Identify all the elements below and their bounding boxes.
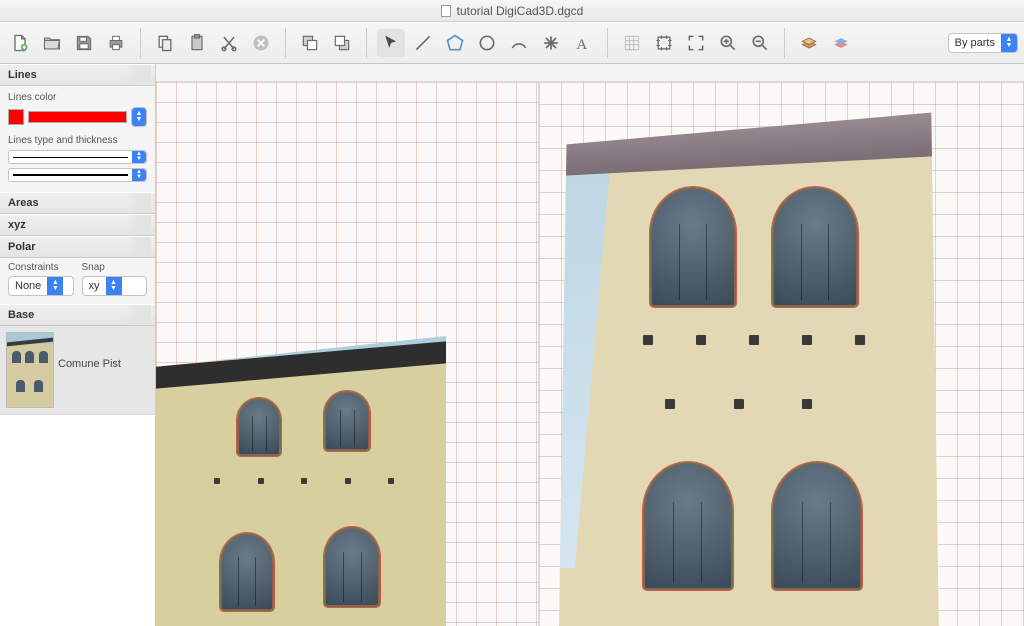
constraints-select[interactable]: None ▲▼ bbox=[8, 276, 74, 296]
panel-xyz-header[interactable]: xyz bbox=[0, 214, 155, 236]
open-file-button[interactable] bbox=[38, 29, 66, 57]
svg-text:A: A bbox=[576, 36, 587, 52]
text-tool[interactable]: A bbox=[569, 29, 597, 57]
panel-areas-header[interactable]: Areas bbox=[0, 192, 155, 214]
window-titlebar: tutorial DigiCad3D.dgcd bbox=[0, 0, 1024, 22]
line-tool[interactable] bbox=[409, 29, 437, 57]
line-type-select[interactable]: ▲▼ bbox=[8, 150, 147, 164]
fit-screen-button[interactable] bbox=[682, 29, 710, 57]
panel-base-header[interactable]: Base bbox=[0, 304, 155, 326]
sidebar: Lines Lines color ▲▼ Lines type and thic… bbox=[0, 64, 156, 626]
lines-color-label: Lines color bbox=[8, 92, 147, 103]
source-photo[interactable] bbox=[156, 336, 446, 626]
canvas-right-pane[interactable] bbox=[538, 82, 1024, 626]
lines-type-label: Lines type and thickness bbox=[8, 135, 147, 146]
snap-select[interactable]: xy ▲▼ bbox=[82, 276, 148, 296]
arc-tool[interactable] bbox=[505, 29, 533, 57]
main-toolbar: A By parts ▲▼ bbox=[0, 22, 1024, 64]
zoom-in-button[interactable] bbox=[714, 29, 742, 57]
lines-color-select[interactable]: ▲▼ bbox=[131, 107, 147, 127]
document-icon bbox=[441, 5, 451, 17]
send-back-button[interactable] bbox=[328, 29, 356, 57]
view-mode-value: By parts bbox=[949, 37, 1001, 49]
panel-polar-header[interactable]: Polar bbox=[0, 236, 155, 258]
lines-color-bar[interactable] bbox=[28, 111, 127, 123]
zoom-out-button[interactable] bbox=[746, 29, 774, 57]
main-area: Lines Lines color ▲▼ Lines type and thic… bbox=[0, 64, 1024, 626]
cut-button[interactable] bbox=[215, 29, 243, 57]
window-title: tutorial DigiCad3D.dgcd bbox=[457, 4, 584, 18]
circle-tool[interactable] bbox=[473, 29, 501, 57]
canvas-ruler bbox=[156, 64, 1024, 82]
panel-lines-body: Lines color ▲▼ Lines type and thickness … bbox=[0, 86, 155, 192]
delete-button[interactable] bbox=[247, 29, 275, 57]
constraints-value: None bbox=[9, 280, 47, 292]
fit-selection-button[interactable] bbox=[650, 29, 678, 57]
line-thickness-select[interactable]: ▲▼ bbox=[8, 168, 147, 182]
constraints-snap-row: Constraints None ▲▼ Snap xy ▲▼ bbox=[0, 258, 155, 304]
lines-color-swatch[interactable] bbox=[8, 109, 24, 125]
new-file-button[interactable] bbox=[6, 29, 34, 57]
save-button[interactable] bbox=[70, 29, 98, 57]
base-panel-empty bbox=[0, 414, 155, 626]
view-mode-select[interactable]: By parts ▲▼ bbox=[948, 33, 1018, 53]
canvas-area bbox=[156, 64, 1024, 626]
bring-front-button[interactable] bbox=[296, 29, 324, 57]
print-button[interactable] bbox=[102, 29, 130, 57]
polygon-tool[interactable] bbox=[441, 29, 469, 57]
constraints-label: Constraints bbox=[8, 262, 74, 273]
select-arrows-icon: ▲▼ bbox=[1001, 34, 1017, 52]
point-tool[interactable] bbox=[537, 29, 565, 57]
panel-lines-header[interactable]: Lines bbox=[0, 64, 155, 86]
rectified-photo[interactable] bbox=[559, 102, 939, 626]
base-thumbnail[interactable] bbox=[6, 332, 54, 408]
canvas-left-pane[interactable] bbox=[156, 82, 538, 626]
copy-button[interactable] bbox=[151, 29, 179, 57]
layer-tool-a[interactable] bbox=[795, 29, 823, 57]
snap-label: Snap bbox=[82, 262, 148, 273]
base-item-label: Comune Pist bbox=[58, 332, 121, 370]
snap-value: xy bbox=[83, 280, 106, 292]
layer-tool-b[interactable] bbox=[827, 29, 855, 57]
select-tool[interactable] bbox=[377, 29, 405, 57]
grid-toggle[interactable] bbox=[618, 29, 646, 57]
paste-button[interactable] bbox=[183, 29, 211, 57]
base-panel-body: Comune Pist bbox=[0, 326, 155, 414]
